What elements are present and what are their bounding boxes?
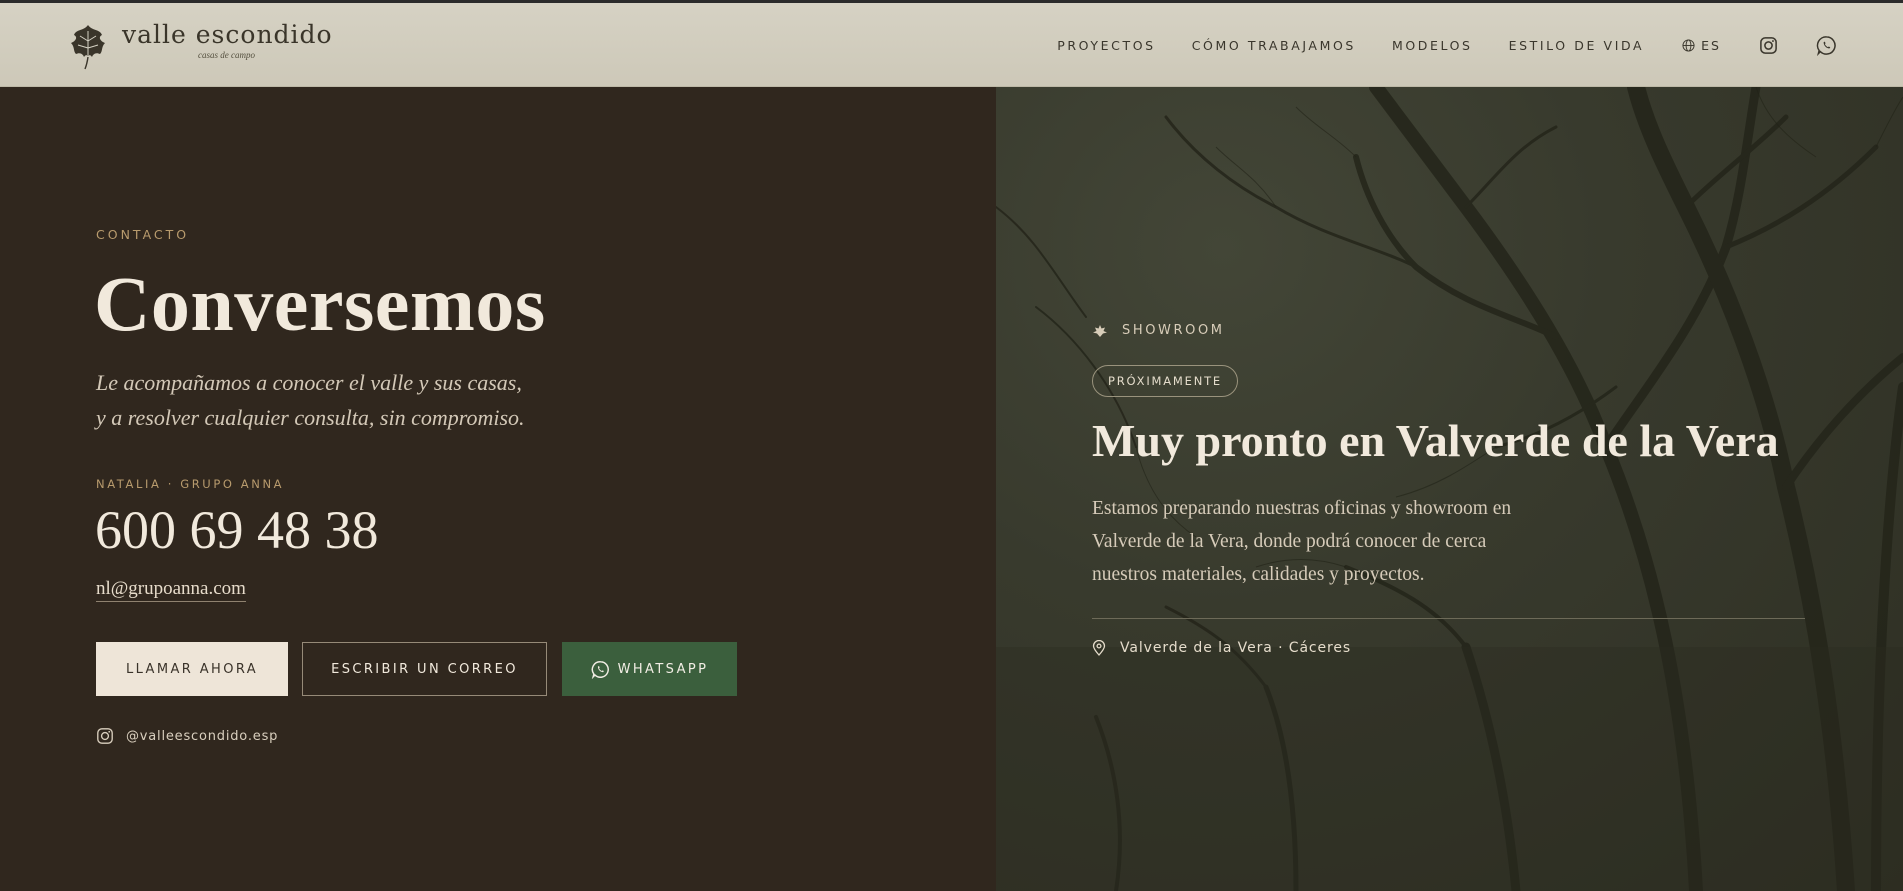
divider: [1092, 618, 1805, 619]
logo[interactable]: valle escondido casas de campo: [68, 21, 333, 71]
whatsapp-label: WHATSAPP: [617, 661, 709, 677]
whatsapp-icon: [1816, 35, 1836, 56]
write-email-label: ESCRIBIR UN CORREO: [331, 661, 518, 677]
phone-number[interactable]: 600 69 48 38: [95, 497, 379, 563]
showroom-section: SHOWROOM PRÓXIMAMENTE Muy pronto en Valv…: [996, 87, 1903, 891]
contact-eyebrow: CONTACTO: [96, 227, 190, 242]
contact-person-label: NATALIA · GRUPO ANNA: [96, 477, 285, 491]
nav-como-trabajamos[interactable]: CÓMO TRABAJAMOS: [1192, 38, 1356, 53]
showroom-eyebrow-label: SHOWROOM: [1122, 323, 1225, 338]
globe-icon: [1682, 38, 1695, 52]
call-now-button[interactable]: LLAMAR AHORA: [96, 642, 288, 696]
showroom-description: Estamos preparando nuestras oficinas y s…: [1092, 498, 1512, 585]
contact-subtitle: Le acompañamos a conocer el valle y sus …: [96, 370, 525, 430]
leaf-logo-icon: [71, 25, 105, 70]
language-label: ES: [1701, 37, 1721, 53]
badge-label: PRÓXIMAMENTE: [1108, 374, 1222, 388]
showroom-title: Muy pronto en Valverde de la Vera: [1092, 415, 1779, 466]
map-pin-icon: [1092, 640, 1106, 656]
location-label: Valverde de la Vera · Cáceres: [1120, 640, 1352, 656]
instagram-icon: [1760, 36, 1777, 54]
nav-estilo-de-vida[interactable]: ESTILO DE VIDA: [1509, 38, 1645, 53]
instagram-handle-link[interactable]: @valleescondido.esp: [96, 727, 278, 745]
coming-soon-badge: PRÓXIMAMENTE: [1092, 365, 1238, 397]
instagram-icon: [97, 728, 113, 744]
contact-title: Conversemos: [94, 260, 546, 347]
forest-background: [996, 87, 1903, 891]
contact-section: CONTACTO Conversemos Le acompañamos a co…: [0, 87, 996, 891]
language-selector[interactable]: ES: [1682, 38, 1721, 53]
whatsapp-icon: [591, 660, 609, 679]
showroom-eyebrow: SHOWROOM: [1092, 323, 1225, 338]
email-link[interactable]: nl@grupoanna.com: [96, 578, 246, 602]
nav-modelos[interactable]: MODELOS: [1392, 38, 1473, 53]
main-nav: PROYECTOS CÓMO TRABAJAMOS MODELOS ESTILO…: [1021, 3, 1903, 87]
instagram-handle: @valleescondido.esp: [126, 728, 279, 744]
logo-name: valle escondido: [122, 20, 333, 49]
instagram-link[interactable]: [1759, 36, 1778, 55]
call-now-label: LLAMAR AHORA: [125, 661, 259, 677]
whatsapp-button[interactable]: WHATSAPP: [562, 642, 737, 696]
location: Valverde de la Vera · Cáceres: [1092, 640, 1351, 656]
nav-proyectos[interactable]: PROYECTOS: [1057, 38, 1155, 53]
write-email-button[interactable]: ESCRIBIR UN CORREO: [302, 642, 547, 696]
whatsapp-link[interactable]: [1816, 35, 1837, 56]
logo-tagline: casas de campo: [198, 50, 255, 60]
site-header: valle escondido casas de campo PROYECTOS…: [0, 0, 1903, 87]
leaf-icon: [1093, 324, 1107, 337]
